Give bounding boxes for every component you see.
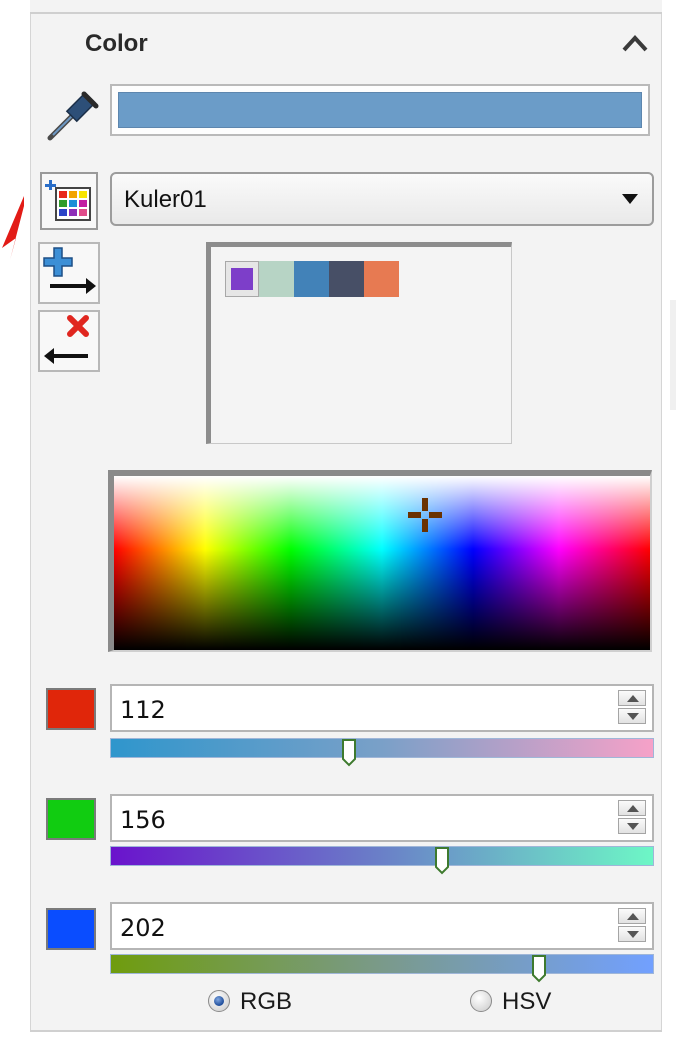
remove-from-palette-button[interactable] — [38, 310, 100, 372]
blue-increment-button[interactable] — [618, 908, 646, 924]
red-value: 112 — [120, 696, 166, 724]
green-slider-thumb[interactable] — [433, 845, 451, 875]
hsv-radio[interactable] — [470, 990, 492, 1012]
palette-swatch-list[interactable] — [206, 242, 512, 444]
scrollbar-thumb[interactable] — [670, 300, 676, 410]
red-spinner — [618, 690, 648, 726]
green-increment-button[interactable] — [618, 800, 646, 816]
hsv-label: HSV — [502, 988, 552, 1015]
palette-swatch[interactable] — [329, 261, 364, 297]
green-spinner — [618, 800, 648, 836]
scrollbar-track[interactable] — [663, 0, 682, 1030]
blue-slider-thumb[interactable] — [530, 953, 548, 983]
radio-selected-dot — [214, 996, 224, 1006]
remove-from-palette-icon — [44, 315, 89, 364]
palette-swatch[interactable] — [259, 261, 294, 297]
palette-grid-icon — [45, 180, 91, 221]
green-slider-track[interactable] — [110, 846, 654, 875]
color-spectrum[interactable] — [108, 470, 652, 652]
current-color-fill — [118, 92, 642, 128]
blue-value-field[interactable]: 202 — [110, 902, 654, 950]
blue-spinner — [618, 908, 648, 944]
current-color-swatch — [110, 84, 650, 136]
panel-top-divider — [30, 0, 662, 14]
red-slider-thumb[interactable] — [340, 737, 358, 767]
red-slider-track[interactable] — [110, 738, 654, 767]
red-increment-button[interactable] — [618, 690, 646, 706]
rgb-label: RGB — [240, 988, 293, 1015]
green-value-field[interactable]: 156 — [110, 794, 654, 842]
palette-swatch[interactable] — [294, 261, 329, 297]
section-title: Color — [85, 30, 148, 57]
red-decrement-button[interactable] — [618, 708, 646, 724]
eyedropper-icon[interactable] — [44, 86, 104, 142]
chevron-up-icon[interactable] — [620, 32, 650, 54]
red-channel-swatch — [46, 688, 96, 730]
palette-select[interactable]: Kuler01 — [110, 172, 654, 226]
add-to-palette-button[interactable] — [38, 242, 100, 304]
panel-bottom-divider — [30, 1030, 662, 1032]
blue-value: 202 — [120, 914, 166, 942]
red-value-field[interactable]: 112 — [110, 684, 654, 732]
red-arrow-annotation — [2, 196, 24, 260]
swatch-row — [225, 261, 399, 297]
palette-swatch[interactable] — [225, 261, 259, 297]
palette-swatch[interactable] — [364, 261, 399, 297]
spectrum-dark-layer — [114, 476, 650, 650]
green-value: 156 — [120, 806, 166, 834]
palette-select-value: Kuler01 — [124, 186, 207, 213]
spectrum-crosshair-icon[interactable] — [406, 496, 444, 534]
blue-decrement-button[interactable] — [618, 926, 646, 942]
blue-channel-swatch — [46, 908, 96, 950]
add-to-palette-icon — [43, 247, 96, 294]
palette-button[interactable] — [40, 172, 98, 230]
palette-swatch-color — [231, 268, 253, 290]
green-channel-swatch — [46, 798, 96, 840]
green-decrement-button[interactable] — [618, 818, 646, 834]
chevron-down-icon — [622, 194, 638, 204]
blue-slider-track[interactable] — [110, 954, 654, 983]
rgb-radio[interactable] — [208, 990, 230, 1012]
